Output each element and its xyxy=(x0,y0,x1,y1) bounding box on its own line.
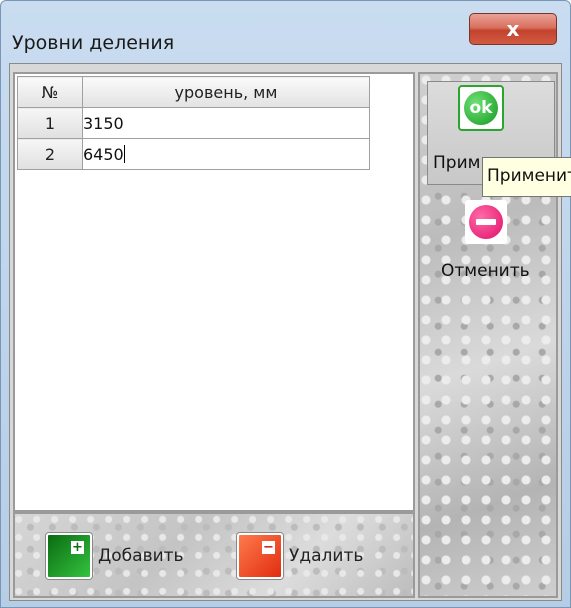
delete-button-label: Удалить xyxy=(289,546,364,566)
cancel-icon-disc xyxy=(469,205,503,239)
table-row[interactable]: 1 3150 xyxy=(17,107,370,139)
close-icon: x xyxy=(506,17,520,41)
minus-icon: − xyxy=(262,540,275,555)
window-title: Уровни деления xyxy=(12,32,175,54)
apply-tooltip: Применить xyxy=(482,157,571,197)
cancel-icon[interactable] xyxy=(465,200,507,244)
apply-button-label[interactable]: Прим xyxy=(433,153,480,173)
add-button-label: Добавить xyxy=(98,546,184,566)
ok-icon[interactable]: ok xyxy=(458,85,504,131)
row-number-cell[interactable]: 1 xyxy=(17,107,83,139)
add-button[interactable]: + Добавить xyxy=(46,533,184,579)
level-cell-editing[interactable]: 6450 xyxy=(82,138,370,170)
level-cell[interactable]: 3150 xyxy=(82,107,370,139)
level-cell-value: 6450 xyxy=(83,144,124,164)
row-number-cell[interactable]: 2 xyxy=(17,138,83,170)
column-header-number[interactable]: № xyxy=(17,76,83,108)
delete-icon: − xyxy=(237,533,283,579)
add-icon: + xyxy=(46,533,92,579)
close-button[interactable]: x xyxy=(469,13,557,45)
levels-table: № уровень, мм 1 3150 2 6450 xyxy=(17,76,370,170)
ok-icon-disc: ok xyxy=(464,91,498,125)
cancel-button-label[interactable]: Отменить xyxy=(441,261,530,281)
table-header-row: № уровень, мм xyxy=(17,76,370,108)
cancel-icon-bar xyxy=(476,219,496,225)
delete-button[interactable]: − Удалить xyxy=(237,533,363,579)
plus-icon: + xyxy=(71,540,84,555)
grid-action-bar: + Добавить − Удалить xyxy=(13,512,415,598)
title-bar[interactable]: Уровни деления x xyxy=(1,1,571,63)
text-caret xyxy=(123,144,125,163)
table-row[interactable]: 2 6450 xyxy=(17,138,370,170)
column-header-level[interactable]: уровень, мм xyxy=(82,76,370,108)
levels-grid-panel: № уровень, мм 1 3150 2 6450 xyxy=(13,72,415,512)
dialog-window: Уровни деления x № уровень, мм 1 3150 2 … xyxy=(0,0,571,608)
